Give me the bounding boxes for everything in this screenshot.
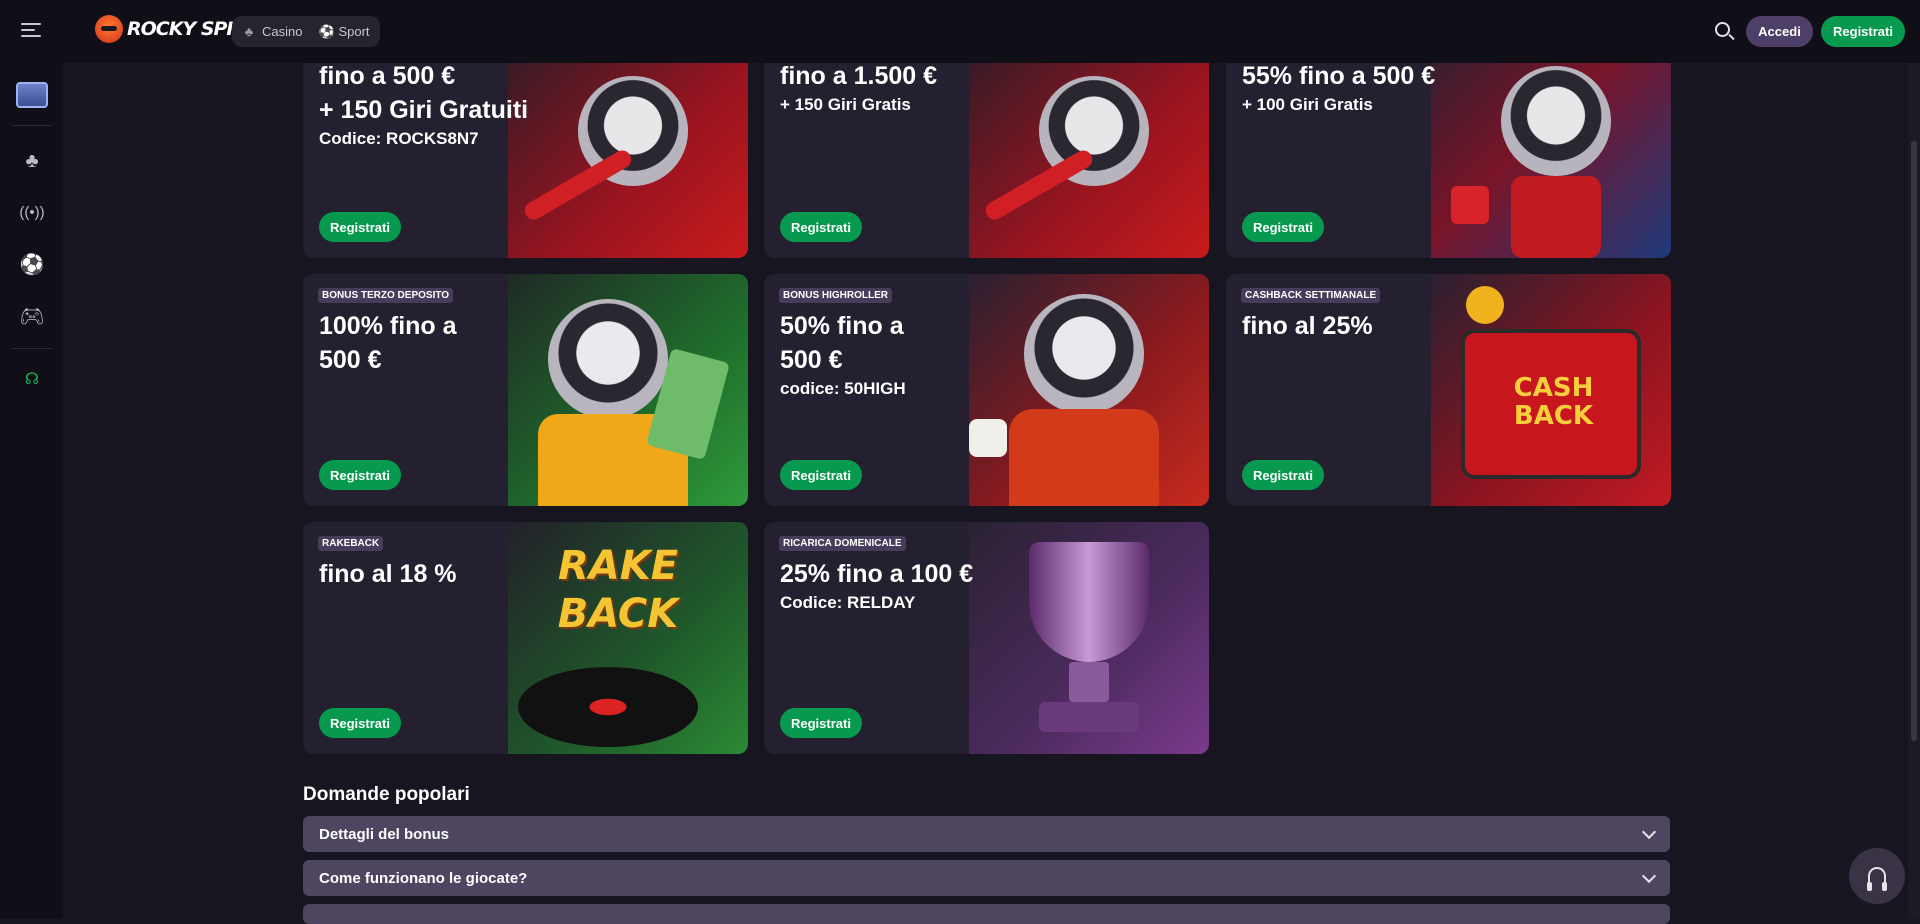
raccoon-logo-icon xyxy=(95,15,123,43)
gamepad-icon[interactable]: 🎮︎ xyxy=(16,300,48,332)
search-icon[interactable] xyxy=(1714,21,1736,43)
bonus-card: CASH BACK CASHBACK SETTIMANALE fino al 25… xyxy=(1226,274,1671,506)
bonus-title: fino a 500 € + 150 Giri Gratuiti Codice:… xyxy=(319,62,529,148)
faq-item[interactable]: Come funzionano le giocate? xyxy=(303,860,1670,896)
bonus-badge: BONUS HIGHROLLER xyxy=(779,288,892,303)
scrollbar-thumb[interactable] xyxy=(1911,141,1917,741)
bonus-title: fino al 25% xyxy=(1242,312,1373,340)
bonus-register-button[interactable]: Registrati xyxy=(319,460,401,490)
chevron-down-icon xyxy=(1641,824,1657,839)
bonus-badge: RICARICA DOMENICALE xyxy=(779,536,906,551)
bonus-title: 100% fino a 500 € xyxy=(319,312,457,374)
bonus-register-button[interactable]: Registrati xyxy=(780,212,862,242)
nav-casino-label: Casino xyxy=(262,24,303,39)
bonus-card: BONUS TERZO DEPOSITO 100% fino a 500 € R… xyxy=(303,274,748,506)
nav-casino[interactable]: ♣ Casino xyxy=(242,23,303,39)
faq-question: Dettagli del bonus xyxy=(319,825,450,843)
site-logo[interactable]: ROCKY SPIN xyxy=(95,15,248,43)
register-button[interactable]: Registrati xyxy=(1821,16,1905,47)
nav-sport-label: Sport xyxy=(338,24,370,39)
bonus-title: 25% fino a 100 € Codice: RELDAY xyxy=(780,560,974,612)
bonus-badge: CASHBACK SETTIMANALE xyxy=(1241,288,1381,303)
support-headset-icon[interactable]: ☊ xyxy=(16,363,48,395)
bonus-badge: RAKEBACK xyxy=(318,536,384,551)
chest-icon[interactable] xyxy=(16,79,48,111)
sidebar: ♣ ((•)) ⚽ 🎮︎ ☊ xyxy=(0,63,63,919)
bonus-title: fino a 1.500 € + 150 Giri Gratis xyxy=(780,62,938,114)
football-icon[interactable]: ⚽ xyxy=(16,248,48,280)
bonus-title: 55% fino a 500 € + 100 Giri Gratis xyxy=(1242,62,1436,114)
bonus-card: BONUS HIGHROLLER 50% fino a 500 € codice… xyxy=(764,274,1209,506)
ball-icon: ⚽ xyxy=(318,23,335,39)
hamburger-menu-icon[interactable] xyxy=(21,23,41,37)
sidebar-divider xyxy=(12,348,52,349)
faq-question: Come funzionano le giocate? xyxy=(319,869,528,887)
faq-item[interactable]: Dettagli del bonus xyxy=(303,816,1670,852)
cherries-icon[interactable]: ♣ xyxy=(16,145,48,177)
headset-icon xyxy=(1867,867,1887,891)
logo-text: ROCKY SPIN xyxy=(127,18,248,40)
bonus-badge: BONUS TERZO DEPOSITO xyxy=(318,288,454,303)
bonus-register-button[interactable]: Registrati xyxy=(1242,460,1324,490)
cherries-icon: ♣ xyxy=(244,23,254,39)
faq-item[interactable] xyxy=(303,904,1670,924)
bonus-register-button[interactable]: Registrati xyxy=(780,460,862,490)
bonus-title: 50% fino a 500 € codice: 50HIGH xyxy=(780,312,906,398)
faq-title: Domande popolari xyxy=(303,784,470,805)
bonus-register-button[interactable]: Registrati xyxy=(1242,212,1324,242)
bonus-card: RAKE BACK RAKEBACK fino al 18 % Registrat… xyxy=(303,522,748,754)
bonus-title: fino al 18 % xyxy=(319,560,457,588)
bonus-card: RICARICA DOMENICALE 25% fino a 100 € Cod… xyxy=(764,522,1209,754)
scrollbar[interactable] xyxy=(1908,63,1920,919)
live-broadcast-icon[interactable]: ((•)) xyxy=(16,196,48,228)
nav-sport[interactable]: ⚽ Sport xyxy=(318,24,369,39)
bonus-register-button[interactable]: Registrati xyxy=(780,708,862,738)
bonus-register-button[interactable]: Registrati xyxy=(319,212,401,242)
login-button[interactable]: Accedi xyxy=(1746,16,1813,47)
chevron-down-icon xyxy=(1641,868,1657,883)
sidebar-divider xyxy=(12,125,52,126)
top-bar: ROCKY SPIN ♣ Casino ⚽ Sport Accedi Regis… xyxy=(0,0,1920,63)
support-chat-button[interactable] xyxy=(1849,848,1905,904)
top-nav: ♣ Casino ⚽ Sport xyxy=(232,16,380,47)
bonus-register-button[interactable]: Registrati xyxy=(319,708,401,738)
